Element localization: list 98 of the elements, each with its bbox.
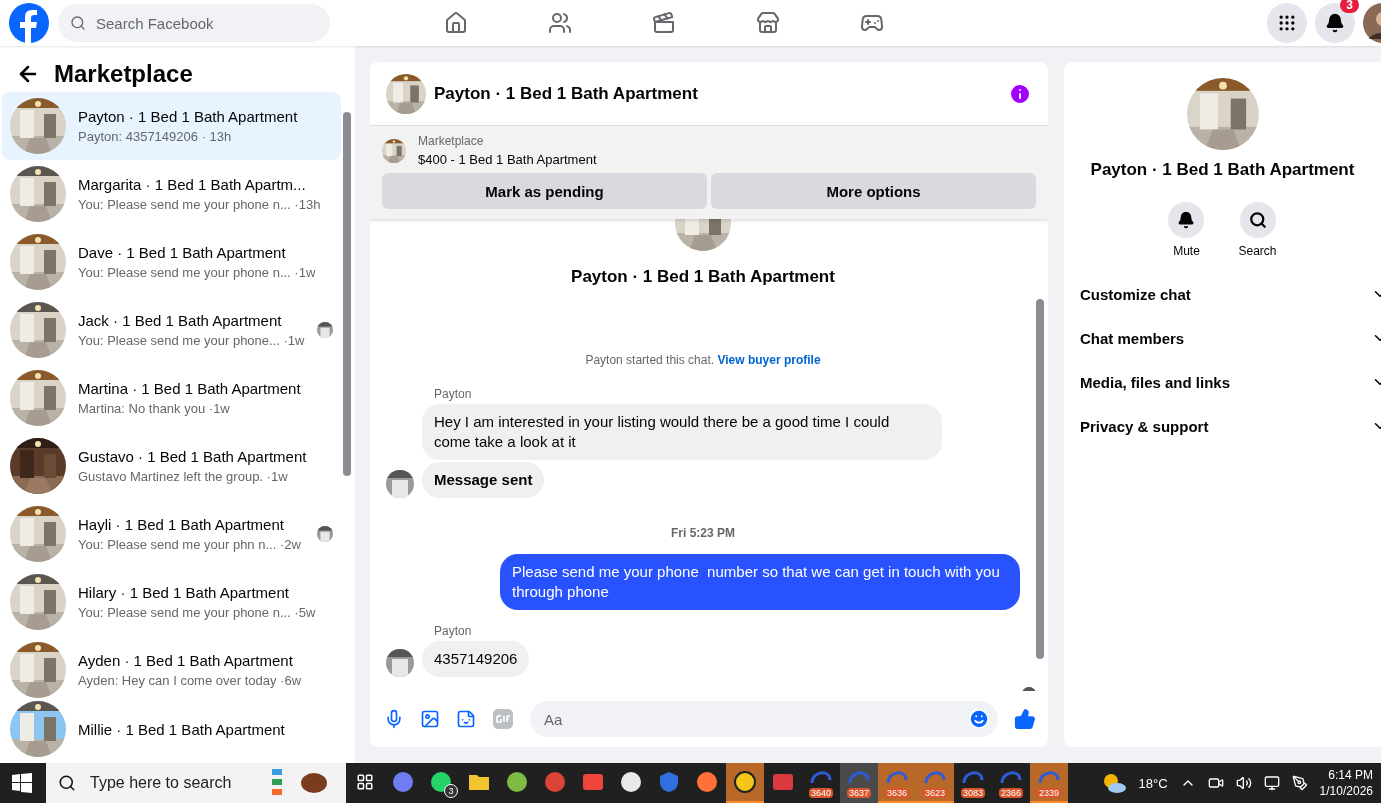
video-icon[interactable] <box>652 11 676 35</box>
conversation-item[interactable]: Margarita · 1 Bed 1 Bath Apartm... You: Please send me your phone n... ·13h <box>2 160 341 228</box>
count-badge: 2366 <box>999 788 1023 798</box>
message-bubble: 4357149206 <box>422 641 530 677</box>
count-badge: 3623 <box>923 788 947 798</box>
count-badge: 3636 <box>885 788 909 798</box>
sticker-icon[interactable] <box>456 709 476 729</box>
message-preview: You: Please send me your phone n... ·1w <box>78 265 317 280</box>
chat-notice: Payton started this chat. View buyer profile <box>585 353 821 367</box>
conversation-title: Martina · 1 Bed 1 Bath Apartment <box>78 380 302 397</box>
buyer-profile-link[interactable]: View buyer profile <box>717 353 821 367</box>
search-icon <box>1248 211 1267 229</box>
search-button[interactable] <box>1239 202 1276 238</box>
profile-name: Payton · 1 Bed 1 Bath Apartment <box>571 267 835 287</box>
section-row[interactable]: Privacy & support <box>1064 404 1381 448</box>
contact-name: Payton · 1 Bed 1 Bath Apartment <box>1090 160 1355 180</box>
volume-icon[interactable] <box>1235 775 1252 791</box>
count-badge: 3 <box>444 784 458 798</box>
conversation-item[interactable]: Hilary · 1 Bed 1 Bath Apartment You: Please send me your phone n... ·5w <box>2 568 341 636</box>
conversation-item[interactable]: Payton · 1 Bed 1 Bath Apartment Payton: 4357149206 · 13h <box>2 92 341 160</box>
like-icon[interactable] <box>1014 708 1036 730</box>
search-icon <box>70 15 86 31</box>
message-preview: You: Please send me your phone n... ·13h <box>78 197 322 212</box>
conversation-item[interactable]: Martina · 1 Bed 1 Bath Apartment Martina: No thank you ·1w <box>2 364 341 432</box>
scrollbar[interactable] <box>1036 299 1044 659</box>
microphone-icon[interactable] <box>384 709 404 729</box>
circle-logo-icon[interactable] <box>733 770 757 794</box>
photo-icon[interactable] <box>420 709 440 729</box>
bell-icon <box>1325 13 1345 33</box>
message-preview: You: Please send me your phone... ·1w <box>78 333 305 348</box>
conversation-item[interactable]: Ayden · 1 Bed 1 Bath Apartment Ayden: Hey can I come over today ·6w <box>2 636 341 704</box>
conversation-title: Hilary · 1 Bed 1 Bath Apartment <box>78 584 290 601</box>
section-row[interactable]: Media, files and links <box>1064 360 1381 404</box>
action-label: Search <box>1238 244 1277 258</box>
taskbar-search[interactable]: Type here to search <box>88 768 258 798</box>
message-preview: You: Please send me your phone n... ·5w <box>78 605 317 620</box>
conversation-title: Payton · 1 Bed 1 Bath Apartment <box>78 108 299 125</box>
chat-title: Payton · 1 Bed 1 Bath Apartment <box>434 83 699 104</box>
conversation-title: Dave · 1 Bed 1 Bath Apartment <box>78 244 287 261</box>
count-badge: 3083 <box>961 788 985 798</box>
section-row[interactable]: Chat members <box>1064 316 1381 360</box>
friends-icon[interactable] <box>548 11 572 35</box>
message-preview: Ayden: Hey can I come over today ·6w <box>78 673 303 688</box>
message-bubble: Message sent <box>422 462 545 498</box>
message-bubble: Please send me your phone number so that we can get in touch with you through phone <box>500 554 1020 610</box>
conversation-item[interactable]: Dave · 1 Bed 1 Bath Apartment You: Please send me your phone n... ·1w <box>2 228 341 296</box>
menu-button[interactable] <box>1267 3 1307 43</box>
count-badge: 2339 <box>1037 788 1061 798</box>
shield-icon[interactable] <box>657 770 681 794</box>
conversation-title: Margarita · 1 Bed 1 Bath Apartm... <box>78 176 307 193</box>
sender-name: Payton <box>434 387 473 401</box>
sender-name: Payton <box>434 624 473 638</box>
emoji-icon[interactable] <box>968 708 990 730</box>
scrollbar[interactable] <box>343 112 351 476</box>
camera-icon[interactable] <box>1207 775 1224 791</box>
ring-logo-icon[interactable] <box>809 768 833 784</box>
conversation-item[interactable]: Jack · 1 Bed 1 Bath Apartment You: Please send me your phone... ·1w <box>2 296 341 364</box>
message-preview: Payton: 4357149206 · 13h <box>78 129 233 144</box>
notification-badge: 3 <box>1340 0 1359 13</box>
taskbar-search-bar[interactable]: Type here to search <box>46 763 346 803</box>
network-icon[interactable] <box>1263 775 1280 791</box>
conversation-item[interactable]: Millie · 1 Bed 1 Bath Apartment <box>2 704 341 754</box>
logo-icon[interactable] <box>8 2 50 44</box>
temperature: 18°C <box>1138 775 1168 791</box>
action-label: Mute <box>1173 244 1200 258</box>
conversation-title: Gustavo · 1 Bed 1 Bath Apartment <box>78 448 308 465</box>
message-preview: Martina: No thank you ·1w <box>78 401 231 416</box>
message-preview: You: Please send me your phn n... ·2w <box>78 537 302 552</box>
store-icon[interactable] <box>756 11 780 35</box>
timestamp: Fri 5:23 PM <box>671 526 735 540</box>
search-icon <box>58 774 76 792</box>
listing-label: Marketplace <box>418 134 485 148</box>
section-row[interactable]: Customize chat <box>1064 272 1381 316</box>
pen-icon[interactable] <box>1291 775 1308 791</box>
message-bubble: Hey I am interested in your listing would there be a good time I could come take a look at it <box>422 404 942 460</box>
home-icon[interactable] <box>444 11 468 35</box>
page-title: Marketplace <box>54 60 193 88</box>
clock[interactable]: 6:14 PM 1/10/2026 <box>1319 768 1373 798</box>
action-button[interactable]: Mark as pending <box>382 173 707 209</box>
search-bar[interactable]: Search Facebook <box>58 4 330 42</box>
windows-icon[interactable] <box>12 773 32 793</box>
listing-title: $400 - 1 Bed 1 Bath Apartment <box>418 152 597 167</box>
conversation-item[interactable]: Gustavo · 1 Bed 1 Bath Apartment Gustavo Martinez left the group. ·1w <box>2 432 341 500</box>
bell-icon <box>1177 211 1196 229</box>
ring-logo-icon[interactable] <box>999 768 1023 784</box>
conversation-title: Hayli · 1 Bed 1 Bath Apartment <box>78 516 285 533</box>
search-field[interactable]: Search Facebook <box>94 4 318 42</box>
action-button[interactable]: More options <box>711 173 1036 209</box>
message-preview: Gustavo Martinez left the group. ·1w <box>78 469 289 484</box>
conversation-title: Ayden · 1 Bed 1 Bath Apartment <box>78 652 294 669</box>
mute-button[interactable] <box>1168 202 1205 238</box>
ring-logo-icon[interactable] <box>961 768 985 784</box>
count-badge: 3637 <box>847 788 871 798</box>
conversation-title: Jack · 1 Bed 1 Bath Apartment <box>78 312 283 329</box>
conversation-item[interactable]: Hayli · 1 Bed 1 Bath Apartment You: Please send me your phn n... ·2w <box>2 500 341 568</box>
count-badge: 3640 <box>809 788 833 798</box>
conversation-title: Millie · 1 Bed 1 Bath Apartment <box>78 720 286 738</box>
grid-icon <box>1277 13 1297 33</box>
